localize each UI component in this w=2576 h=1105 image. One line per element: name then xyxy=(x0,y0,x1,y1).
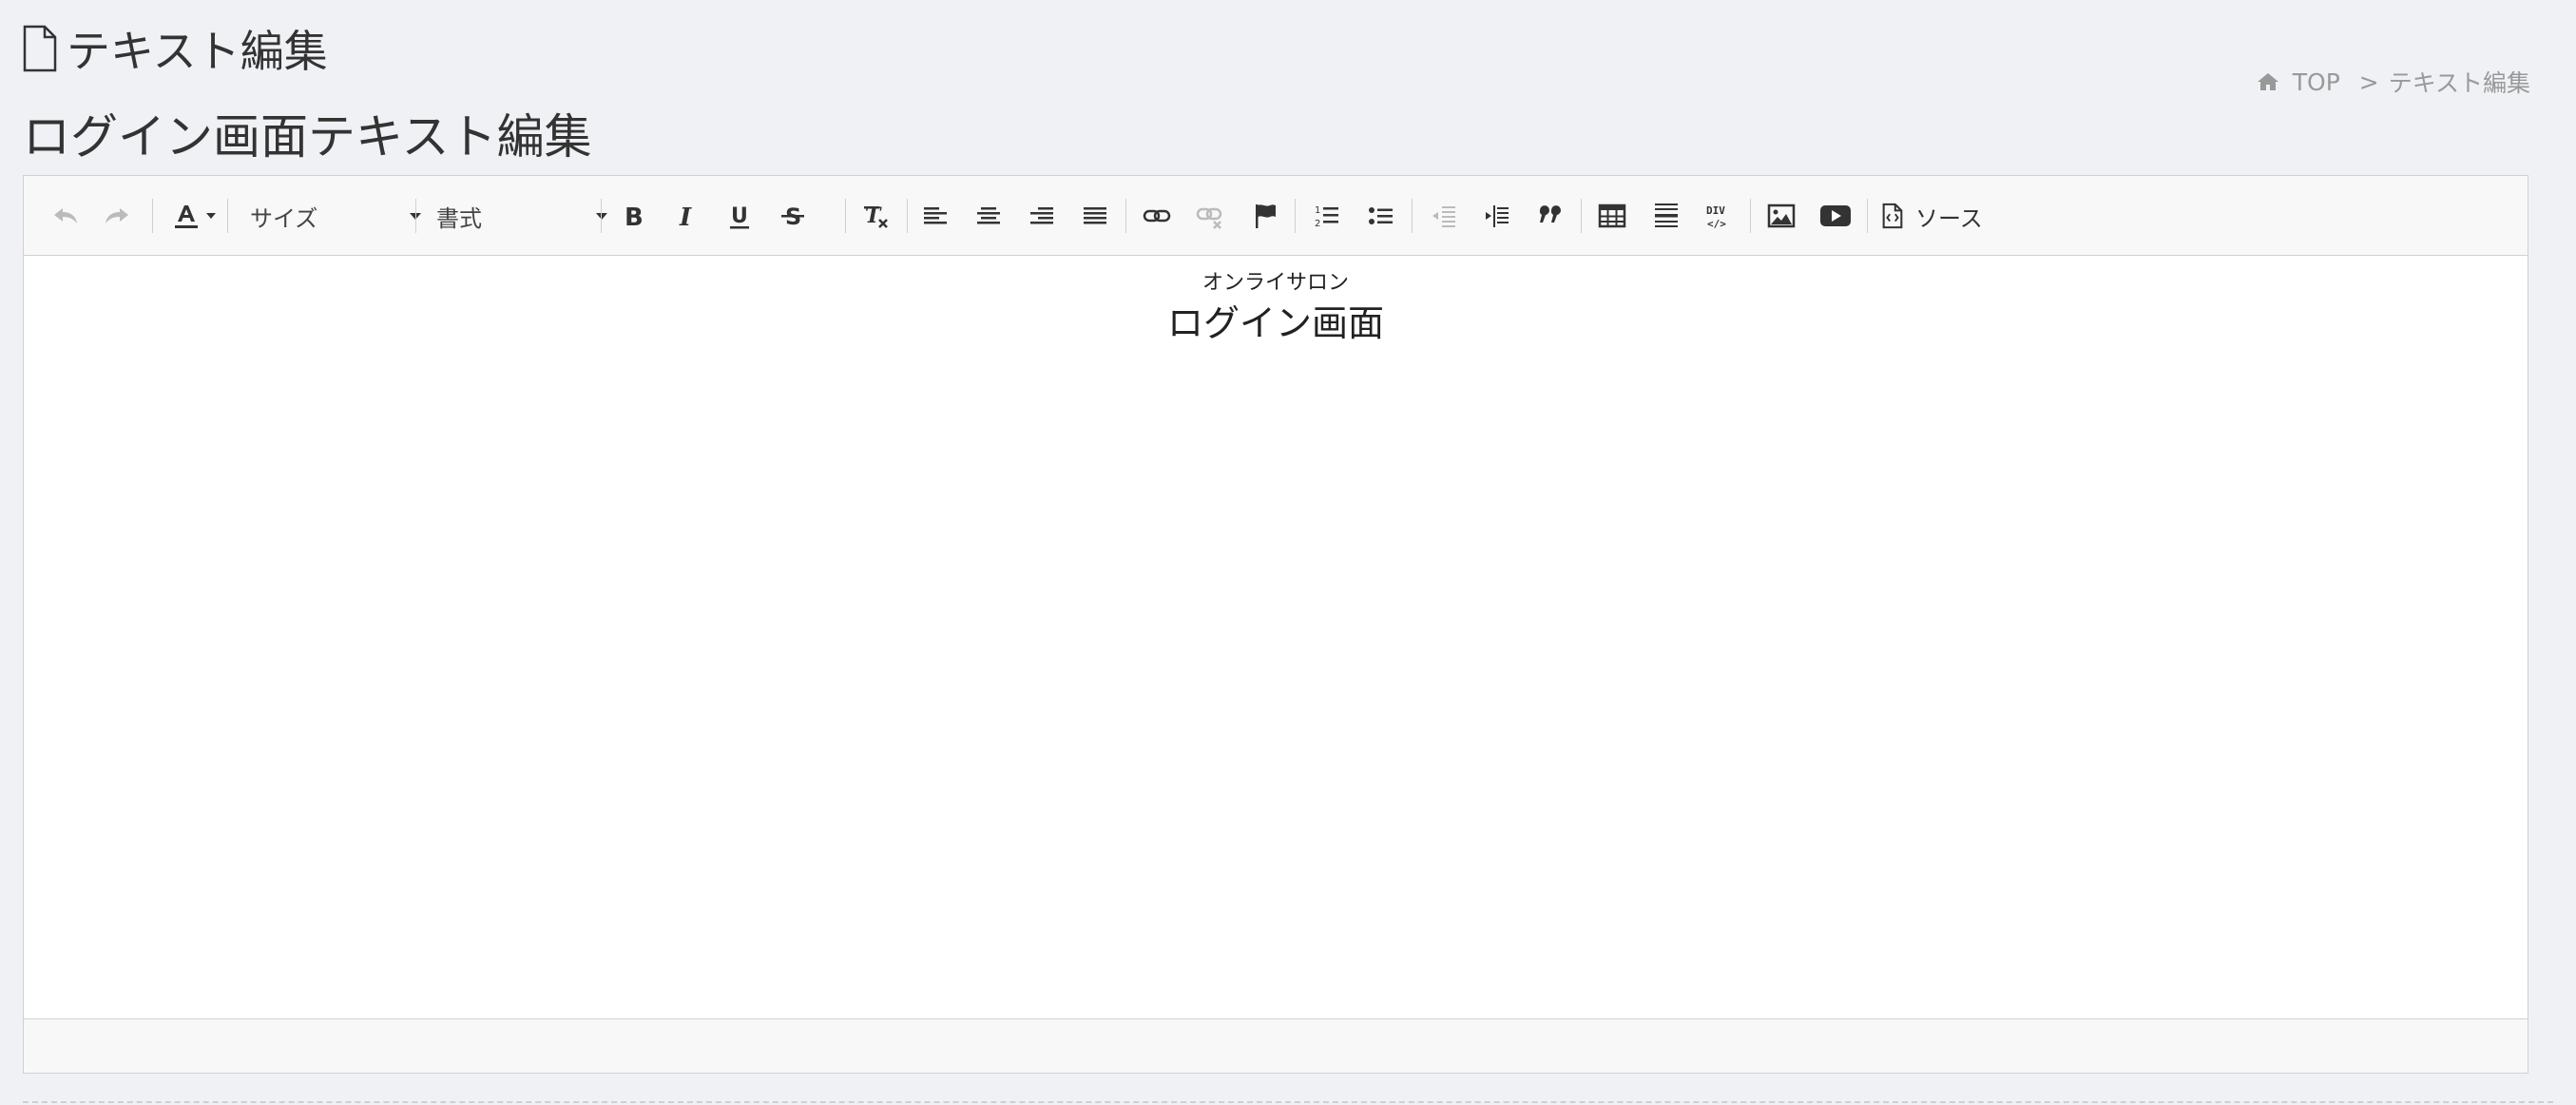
breadcrumb: TOP > テキスト編集 xyxy=(2257,65,2530,99)
source-button[interactable]: ソース xyxy=(1879,197,1993,235)
align-right-icon xyxy=(1030,207,1053,224)
link-icon xyxy=(1143,209,1171,223)
outdent-button[interactable] xyxy=(1427,197,1461,235)
underline-icon: U xyxy=(730,204,749,229)
toolbar-separator xyxy=(152,199,153,233)
table-icon xyxy=(1598,204,1626,228)
toolbar-separator xyxy=(1750,199,1751,233)
svg-text:2: 2 xyxy=(1315,219,1320,229)
toolbar-separator xyxy=(907,199,908,233)
home-icon xyxy=(2257,73,2278,90)
svg-text:I: I xyxy=(679,204,692,230)
toolbar-separator xyxy=(1412,199,1413,233)
editor-toolbar: サイズ 書式 B I U S T 1 2 DIV </> ソース xyxy=(24,176,2528,256)
breadcrumb-home-link[interactable]: TOP xyxy=(2293,68,2340,96)
page-header: テキスト編集 xyxy=(21,17,328,80)
toolbar-separator xyxy=(415,199,416,233)
youtube-button[interactable] xyxy=(1817,197,1855,235)
chevron-down-icon xyxy=(206,213,216,219)
toolbar-separator xyxy=(1867,199,1868,233)
align-right-button[interactable] xyxy=(1025,197,1059,235)
youtube-icon xyxy=(1820,205,1851,226)
align-left-icon xyxy=(924,207,947,224)
page-title: テキスト編集 xyxy=(67,26,328,77)
indent-icon xyxy=(1486,205,1509,227)
strikethrough-button[interactable]: S xyxy=(776,197,810,235)
document-icon xyxy=(23,25,57,72)
toolbar-separator xyxy=(1581,199,1582,233)
remove-format-icon: T xyxy=(864,204,888,228)
toolbar-separator xyxy=(227,199,228,233)
indent-button[interactable] xyxy=(1480,197,1514,235)
flag-icon xyxy=(1256,204,1276,228)
toolbar-separator xyxy=(1295,199,1296,233)
strikethrough-icon: S xyxy=(781,204,804,230)
link-button[interactable] xyxy=(1140,197,1174,235)
unlink-button[interactable] xyxy=(1193,197,1227,235)
editor-content-area[interactable]: オンライサロン ログイン画面 xyxy=(24,256,2528,1019)
source-button-label: ソース xyxy=(1915,204,1983,232)
italic-icon: I xyxy=(679,204,692,230)
underline-button[interactable]: U xyxy=(722,197,757,235)
toolbar-separator xyxy=(601,199,602,233)
image-icon xyxy=(1767,204,1796,228)
format-combo[interactable]: 書式 xyxy=(436,195,607,237)
content-heading: ログイン画面 xyxy=(1166,302,1384,344)
align-center-icon xyxy=(977,207,1000,224)
toolbar-separator xyxy=(1125,199,1126,233)
bulleted-list-button[interactable] xyxy=(1364,197,1398,235)
table-button[interactable] xyxy=(1595,197,1629,235)
bulleted-list-icon xyxy=(1369,207,1393,224)
divider xyxy=(23,1101,2553,1103)
svg-text:U: U xyxy=(731,204,748,228)
div-icon: DIV</> xyxy=(1706,204,1726,230)
bold-button[interactable]: B xyxy=(616,197,650,235)
text-color-icon xyxy=(175,205,198,228)
content-subtitle: オンライサロン xyxy=(1201,271,1349,295)
div-container-button[interactable]: DIV </> xyxy=(1702,197,1737,235)
svg-text:DIV: DIV xyxy=(1706,204,1725,217)
horizontal-line-icon xyxy=(1655,204,1678,227)
numbered-list-button[interactable]: 12 xyxy=(1310,197,1344,235)
align-center-button[interactable] xyxy=(971,197,1006,235)
unlink-icon xyxy=(1196,207,1222,229)
svg-text:B: B xyxy=(625,204,644,230)
align-left-button[interactable] xyxy=(918,197,952,235)
quote-icon xyxy=(1539,205,1561,223)
size-combo-label: サイズ xyxy=(250,204,318,232)
outdent-icon xyxy=(1432,206,1455,227)
image-button[interactable] xyxy=(1764,197,1798,235)
align-justify-icon xyxy=(1084,207,1106,224)
horizontal-line-button[interactable] xyxy=(1649,197,1683,235)
rich-text-editor: サイズ 書式 B I U S T 1 2 DIV </> ソース オンライサロン… xyxy=(23,175,2528,1074)
breadcrumb-current: テキスト編集 xyxy=(2388,69,2530,97)
size-combo[interactable]: サイズ xyxy=(250,195,421,237)
bold-icon: B xyxy=(625,204,644,230)
italic-button[interactable]: I xyxy=(669,197,703,235)
undo-button[interactable] xyxy=(48,197,83,235)
format-combo-label: 書式 xyxy=(436,204,482,232)
numbered-list-icon: 12 xyxy=(1315,205,1338,229)
undo-icon xyxy=(54,208,77,223)
redo-icon xyxy=(106,208,128,223)
blockquote-button[interactable] xyxy=(1533,197,1567,235)
svg-text:1: 1 xyxy=(1315,205,1320,216)
section-title: ログイン画面テキスト編集 xyxy=(23,109,592,165)
toolbar-separator xyxy=(845,199,846,233)
remove-format-button[interactable]: T xyxy=(857,197,894,235)
source-icon xyxy=(1882,203,1903,229)
svg-text:</>: </> xyxy=(1707,218,1726,230)
align-justify-button[interactable] xyxy=(1078,197,1112,235)
chevron-down-icon xyxy=(596,213,607,220)
redo-button[interactable] xyxy=(100,197,134,235)
breadcrumb-separator: > xyxy=(2358,68,2379,96)
text-color-button[interactable] xyxy=(164,197,221,235)
anchor-button[interactable] xyxy=(1248,197,1282,235)
editor-status-bar xyxy=(24,1018,2528,1073)
